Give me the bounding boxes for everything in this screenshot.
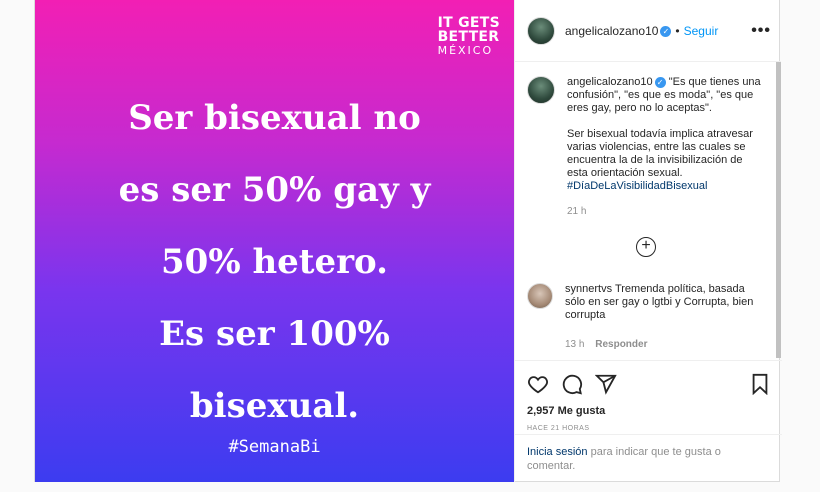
comment-icon[interactable] [561, 373, 583, 395]
headline-line-3: 50% hetero. [161, 242, 388, 282]
author-username[interactable]: angelicalozano10 ✓ [565, 24, 672, 38]
separator-dot: • [675, 23, 680, 38]
post-sidebar: angelicalozano10 ✓ • Seguir ••• angelical… [514, 0, 782, 483]
commenter-username[interactable]: synnertvs [565, 283, 612, 295]
follow-button[interactable]: Seguir [684, 24, 719, 38]
comment-time[interactable]: 13 h [565, 339, 584, 350]
caption-time[interactable]: 21 h [567, 205, 763, 218]
headline-line-1: Ser bisexual no [128, 98, 421, 138]
caption-avatar[interactable] [527, 76, 555, 104]
comment-meta: 13 h Responder [565, 338, 761, 351]
headline-line-2: es ser 50% gay y [118, 170, 431, 210]
post-header: angelicalozano10 ✓ • Seguir ••• [515, 0, 781, 62]
it-gets-better-logo: IT GETS BETTER MÉXICO [438, 16, 500, 58]
post-frame: IT GETS BETTER MÉXICO Ser bisexual no es… [34, 0, 782, 483]
scrollbar-thumb[interactable] [776, 62, 781, 358]
caption-verified-icon: ✓ [654, 76, 666, 88]
headline-line-4: Es ser 100% [159, 314, 390, 354]
login-prompt: Inicia sesión para indicar que te gusta … [515, 434, 782, 483]
post-image[interactable]: IT GETS BETTER MÉXICO Ser bisexual no es… [35, 0, 514, 482]
headline-line-5: bisexual. [189, 386, 360, 426]
share-icon[interactable] [595, 373, 617, 395]
logo-line-3: MÉXICO [437, 44, 494, 57]
likes-count[interactable]: 2,957 Me gusta [527, 405, 770, 417]
reply-button[interactable]: Responder [595, 339, 647, 350]
posted-ago[interactable]: HACE 21 HORAS [527, 425, 770, 432]
image-headline: Ser bisexual no es ser 50% gay y 50% het… [35, 82, 514, 442]
verified-icon: ✓ [660, 25, 672, 37]
caption: angelicalozano10 ✓ "Es que tienes una con… [527, 76, 765, 218]
author-avatar[interactable] [527, 16, 555, 45]
caption-username[interactable]: angelicalozano10 [567, 76, 653, 88]
comments-list[interactable]: angelicalozano10 ✓ "Es que tienes una con… [515, 62, 777, 360]
comment-body: synnertvs Tremenda política, basada sólo… [565, 283, 761, 351]
image-hashtag: #SemanaBi [228, 437, 321, 457]
comments-scrollbar[interactable] [776, 62, 781, 358]
caption-text-2: Ser bisexual todavía implica atravesar v… [567, 128, 753, 179]
caption-hashtag-link[interactable]: #DíaDeLaVisibilidadBisexual [567, 180, 707, 192]
caption-body: angelicalozano10 ✓ "Es que tienes una con… [567, 76, 763, 218]
comment-item: synnertvs Tremenda política, basada sólo… [527, 283, 765, 351]
plus-circle-icon[interactable]: + [636, 237, 656, 257]
heart-icon[interactable] [527, 373, 549, 395]
login-link[interactable]: Inicia sesión [527, 446, 588, 458]
post-actions: 2,957 Me gusta HACE 21 HORAS [515, 360, 782, 432]
save-icon[interactable] [750, 373, 770, 395]
more-options-icon[interactable]: ••• [751, 22, 771, 40]
load-more-comments[interactable]: + [527, 234, 765, 257]
commenter-avatar[interactable] [527, 283, 553, 309]
action-icons [527, 371, 770, 397]
logo-line-1: IT GETS [437, 15, 500, 31]
logo-line-2: BETTER [437, 29, 500, 45]
author-username-text[interactable]: angelicalozano10 [565, 24, 658, 38]
